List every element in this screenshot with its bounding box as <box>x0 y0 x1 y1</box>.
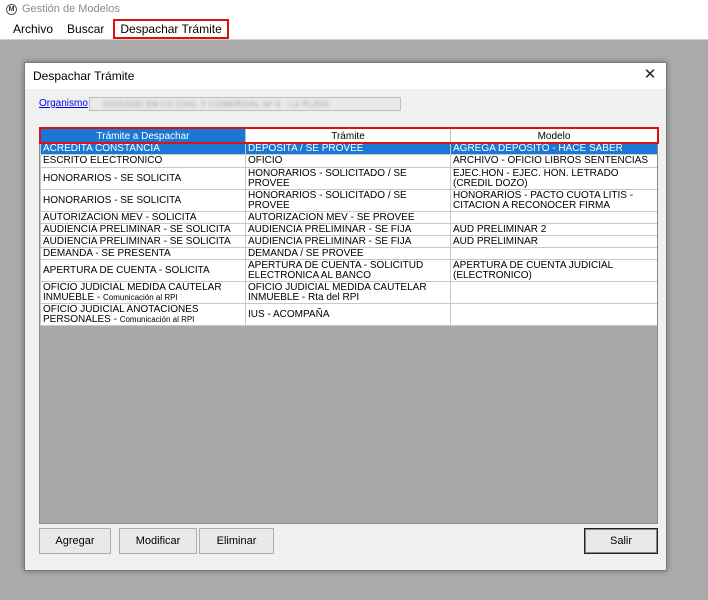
cell-text: AUDIENCIA PRELIMINAR - SE SOLICITA <box>43 235 231 247</box>
close-icon[interactable]: ✕ <box>642 67 658 83</box>
table-row[interactable]: AUTORIZACION MEV - SOLICITA AUTORIZACION … <box>40 211 657 224</box>
cell-tramite-a-despachar[interactable]: ACREDITA CONSTANCIA <box>40 143 246 155</box>
table-row[interactable]: DEMANDA - SE PRESENTA DEMANDA / SE PROVEE <box>40 247 657 260</box>
column-header-modelo[interactable]: Modelo <box>450 128 657 144</box>
cell-modelo[interactable]: EJEC.HON - EJEC. HON. LETRADO (CREDIL DO… <box>450 167 657 190</box>
cell-subtext: Comunicación al RPI <box>103 292 178 302</box>
app-logo-icon: M <box>6 3 17 15</box>
cell-tramite-a-despachar[interactable]: APERTURA DE CUENTA - SOLICITA <box>40 259 246 282</box>
cell-subtext: Comunicación al RPI <box>119 314 195 324</box>
cell-tramite[interactable]: HONORARIOS - SOLICITADO / SE PROVEE <box>245 189 451 212</box>
cell-tramite-a-despachar[interactable]: DEMANDA - SE PRESENTA <box>40 247 246 260</box>
cell-text: HONORARIOS - SE SOLICITA <box>43 194 182 206</box>
cell-text: AUTORIZACION MEV - SOLICITA <box>43 211 197 223</box>
cell-tramite[interactable]: OFICIO JUDICIAL MEDIDA CAUTELAR INMUEBLE… <box>245 281 451 304</box>
table-row[interactable]: AUDIENCIA PRELIMINAR - SE SOLICITA AUDIEN… <box>40 223 657 236</box>
cell-modelo[interactable]: HONORARIOS - PACTO CUOTA LITIS - CITACIO… <box>450 189 657 212</box>
modificar-button[interactable]: Modificar <box>119 528 197 554</box>
organismo-field: JUZGADO EN LO CIVIL Y COMERCIAL Nº 6 · L… <box>89 97 401 111</box>
column-header-tramite-a-despachar[interactable]: Trámite a Despachar <box>40 128 246 144</box>
table-row[interactable]: OFICIO JUDICIAL ANOTACIONES PERSONALES -… <box>40 303 657 326</box>
cell-text: APERTURA DE CUENTA - SOLICITA <box>43 264 210 276</box>
organismo-link[interactable]: Organismo <box>39 98 88 109</box>
cell-text: ACREDITA CONSTANCIA <box>43 143 160 154</box>
tramites-grid[interactable]: Trámite a Despachar Trámite Modelo ACRED… <box>39 127 658 524</box>
table-row[interactable]: AUDIENCIA PRELIMINAR - SE SOLICITA AUDIEN… <box>40 235 657 248</box>
app-titlebar: M Gestión de Modelos <box>0 0 708 18</box>
cell-text: HONORARIOS - SE SOLICITA <box>43 172 182 184</box>
agregar-button[interactable]: Agregar <box>39 528 111 554</box>
column-header-tramite[interactable]: Trámite <box>245 128 451 144</box>
table-row[interactable]: HONORARIOS - SE SOLICITA HONORARIOS - SOL… <box>40 167 657 190</box>
despachar-tramite-dialog: Despachar Trámite ✕ Organismo JUZGADO EN… <box>24 62 667 571</box>
cell-modelo[interactable]: AUD PRELIMINAR 2 <box>450 223 657 236</box>
cell-tramite[interactable]: OFICIO <box>245 154 451 168</box>
table-header-row: Trámite a Despachar Trámite Modelo <box>40 128 657 144</box>
table-row[interactable]: HONORARIOS - SE SOLICITA HONORARIOS - SOL… <box>40 189 657 212</box>
organismo-value: JUZGADO EN LO CIVIL Y COMERCIAL Nº 6 · L… <box>102 100 330 109</box>
cell-modelo[interactable] <box>450 211 657 224</box>
eliminar-button[interactable]: Eliminar <box>199 528 274 554</box>
cell-tramite-a-despachar[interactable]: ESCRITO ELECTRONICO <box>40 154 246 168</box>
cell-tramite-a-despachar[interactable]: HONORARIOS - SE SOLICITA <box>40 167 246 190</box>
dialog-titlebar: Despachar Trámite ✕ <box>25 63 666 89</box>
cell-tramite[interactable]: AUDIENCIA PRELIMINAR - SE FIJA <box>245 223 451 236</box>
tramites-table: Trámite a Despachar Trámite Modelo ACRED… <box>40 128 657 326</box>
menubar: Archivo Buscar Despachar Trámite <box>0 18 708 40</box>
cell-tramite-a-despachar[interactable]: HONORARIOS - SE SOLICITA <box>40 189 246 212</box>
app-title: Gestión de Modelos <box>22 3 120 15</box>
menu-buscar[interactable]: Buscar <box>60 19 111 39</box>
dialog-title: Despachar Trámite <box>33 69 135 83</box>
cell-tramite[interactable]: AUDIENCIA PRELIMINAR - SE FIJA <box>245 235 451 248</box>
cell-tramite[interactable]: DEMANDA / SE PROVEE <box>245 247 451 260</box>
cell-tramite[interactable]: DEPOSITA / SE PROVEE <box>245 143 451 155</box>
table-row[interactable]: OFICIO JUDICIAL MEDIDA CAUTELAR INMUEBLE… <box>40 281 657 304</box>
cell-tramite[interactable]: AUTORIZACION MEV - SE PROVEE <box>245 211 451 224</box>
cell-tramite[interactable]: APERTURA DE CUENTA - SOLICITUD ELECTRONI… <box>245 259 451 282</box>
cell-tramite-a-despachar[interactable]: AUDIENCIA PRELIMINAR - SE SOLICITA <box>40 235 246 248</box>
menu-archivo[interactable]: Archivo <box>6 19 60 39</box>
cell-modelo[interactable] <box>450 303 657 326</box>
cell-tramite[interactable]: HONORARIOS - SOLICITADO / SE PROVEE <box>245 167 451 190</box>
table-row[interactable]: APERTURA DE CUENTA - SOLICITA APERTURA DE… <box>40 259 657 282</box>
table-row[interactable]: ACREDITA CONSTANCIA DEPOSITA / SE PROVEE A… <box>40 143 657 155</box>
cell-modelo[interactable]: AUD PRELIMINAR <box>450 235 657 248</box>
cell-modelo[interactable] <box>450 281 657 304</box>
table-row[interactable]: ESCRITO ELECTRONICO OFICIO ARCHIVO - OFICI… <box>40 154 657 168</box>
cell-modelo[interactable]: AGREGA DEPOSITO - HACE SABER <box>450 143 657 155</box>
cell-modelo[interactable]: APERTURA DE CUENTA JUDICIAL (ELECTRONICO… <box>450 259 657 282</box>
cell-text: DEMANDA - SE PRESENTA <box>43 247 171 259</box>
cell-text: ESCRITO ELECTRONICO <box>43 155 163 166</box>
cell-tramite-a-despachar[interactable]: OFICIO JUDICIAL MEDIDA CAUTELAR INMUEBLE… <box>40 281 246 304</box>
cell-modelo[interactable] <box>450 247 657 260</box>
cell-modelo[interactable]: ARCHIVO - OFICIO LIBROS SENTENCIAS <box>450 154 657 168</box>
cell-tramite-a-despachar[interactable]: OFICIO JUDICIAL ANOTACIONES PERSONALES -… <box>40 303 246 326</box>
salir-button[interactable]: Salir <box>584 528 658 554</box>
menu-despachar-tramite[interactable]: Despachar Trámite <box>113 18 229 39</box>
cell-text: AUDIENCIA PRELIMINAR - SE SOLICITA <box>43 223 231 235</box>
cell-tramite-a-despachar[interactable]: AUDIENCIA PRELIMINAR - SE SOLICITA <box>40 223 246 236</box>
cell-tramite-a-despachar[interactable]: AUTORIZACION MEV - SOLICITA <box>40 211 246 224</box>
cell-tramite[interactable]: IUS - ACOMPAÑA <box>245 303 451 326</box>
